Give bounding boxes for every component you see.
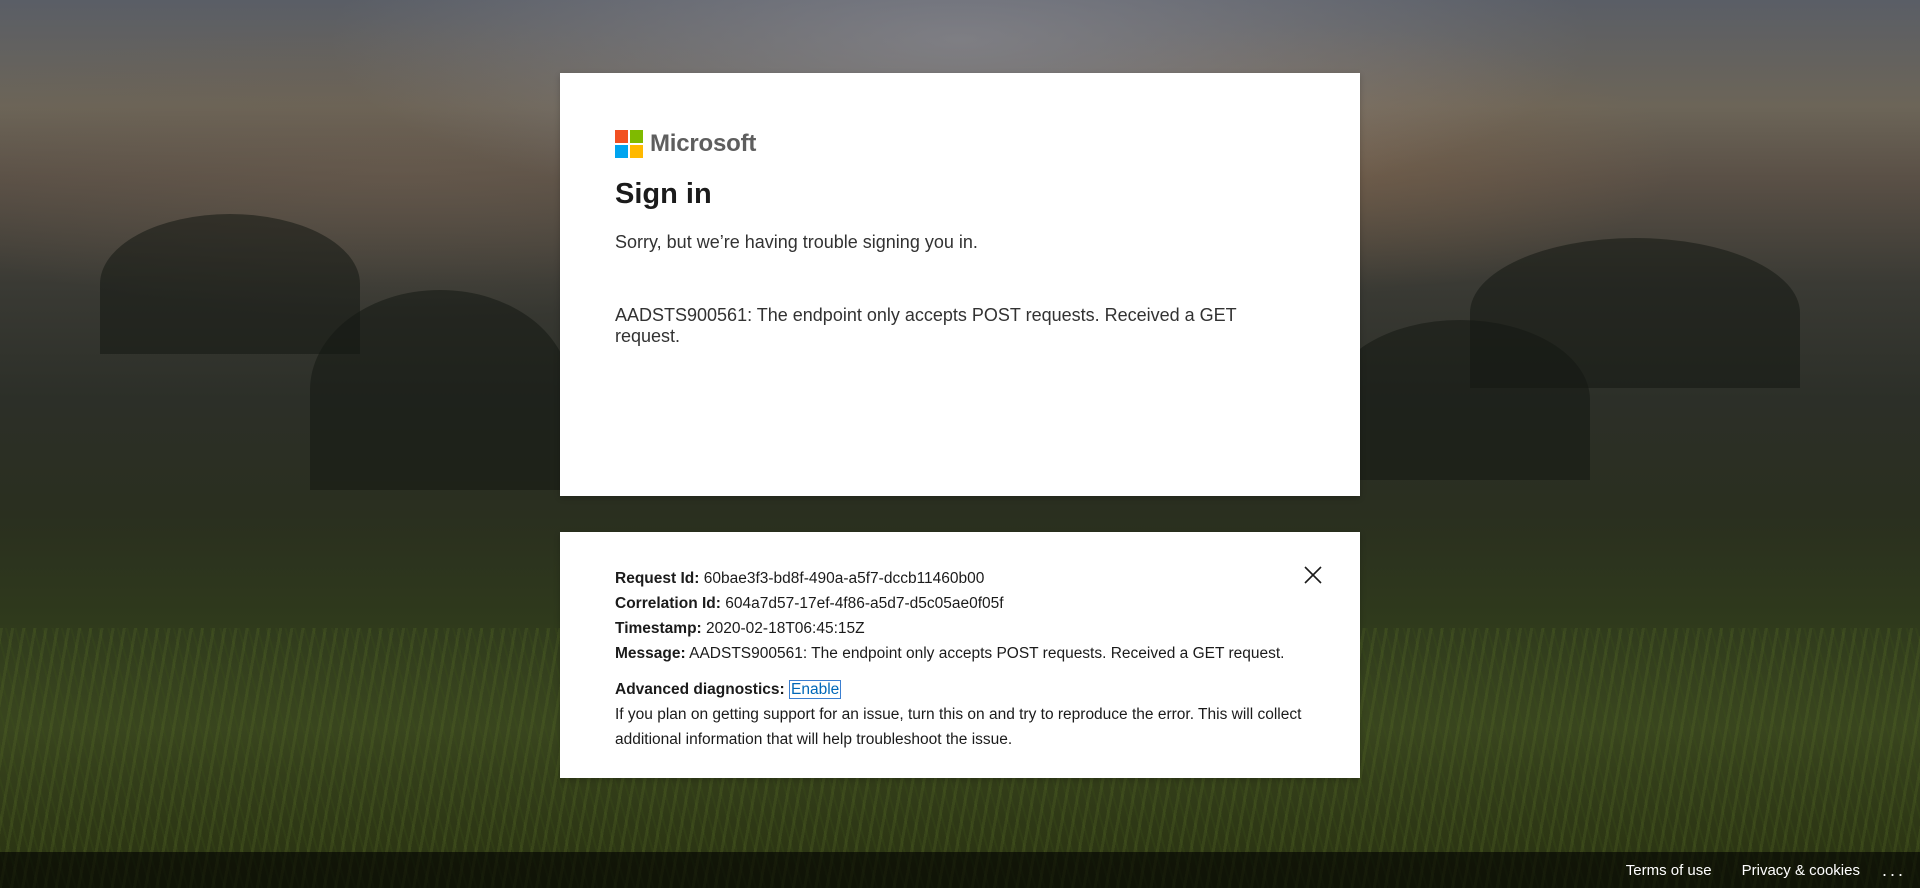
request-id-value: 60bae3f3-bd8f-490a-a5f7-dccb11460b00: [703, 570, 985, 587]
error-details-panel: Request Id: 60bae3f3-bd8f-490a-a5f7-dccb…: [560, 532, 1360, 778]
logo-text: Microsoft: [650, 130, 757, 157]
footer: Terms of use Privacy & cookies ...: [0, 852, 1920, 888]
advanced-diagnostics-label: Advanced diagnostics:: [615, 681, 785, 698]
privacy-cookies-link[interactable]: Privacy & cookies: [1742, 862, 1860, 879]
timestamp-row: Timestamp: 2020-02-18T06:45:15Z: [615, 616, 1305, 641]
error-subtitle: Sorry, but we’re having trouble signing …: [615, 232, 978, 252]
logo-square-green: [630, 130, 643, 143]
logo-square-yellow: [630, 145, 643, 158]
background-hill: [310, 290, 570, 490]
enable-diagnostics-link[interactable]: Enable: [789, 680, 842, 699]
background-hill: [1330, 320, 1590, 480]
terms-of-use-link[interactable]: Terms of use: [1626, 862, 1712, 879]
message-label: Message:: [615, 645, 686, 662]
page-title: Sign in: [615, 178, 712, 210]
timestamp-label: Timestamp:: [615, 620, 702, 637]
correlation-id-label: Correlation Id:: [615, 595, 721, 612]
message-value: AADSTS900561: The endpoint only accepts …: [689, 645, 1285, 662]
background-hill: [100, 214, 360, 354]
correlation-id-row: Correlation Id: 604a7d57-17ef-4f86-a5d7-…: [615, 591, 1305, 616]
logo-square-blue: [615, 145, 628, 158]
sign-in-card: Microsoft Sign in Sorry, but we’re havin…: [560, 73, 1360, 496]
request-id-row: Request Id: 60bae3f3-bd8f-490a-a5f7-dccb…: [615, 566, 1305, 591]
error-message: AADSTS900561: The endpoint only accepts …: [615, 305, 1237, 346]
more-options-button[interactable]: ...: [1882, 860, 1906, 881]
timestamp-value: 2020-02-18T06:45:15Z: [706, 620, 865, 637]
advanced-diagnostics-description: If you plan on getting support for an is…: [615, 706, 1302, 748]
message-row: Message: AADSTS900561: The endpoint only…: [615, 641, 1305, 666]
advanced-diagnostics-row: Advanced diagnostics: Enable: [615, 677, 1305, 702]
close-icon: [1304, 566, 1322, 584]
microsoft-logo-icon: [615, 130, 643, 158]
correlation-id-value: 604a7d57-17ef-4f86-a5d7-d5c05ae0f05f: [725, 595, 1004, 612]
close-details-button[interactable]: [1302, 564, 1324, 586]
logo-square-red: [615, 130, 628, 143]
microsoft-logo: Microsoft: [615, 129, 1305, 159]
request-id-label: Request Id:: [615, 570, 700, 587]
